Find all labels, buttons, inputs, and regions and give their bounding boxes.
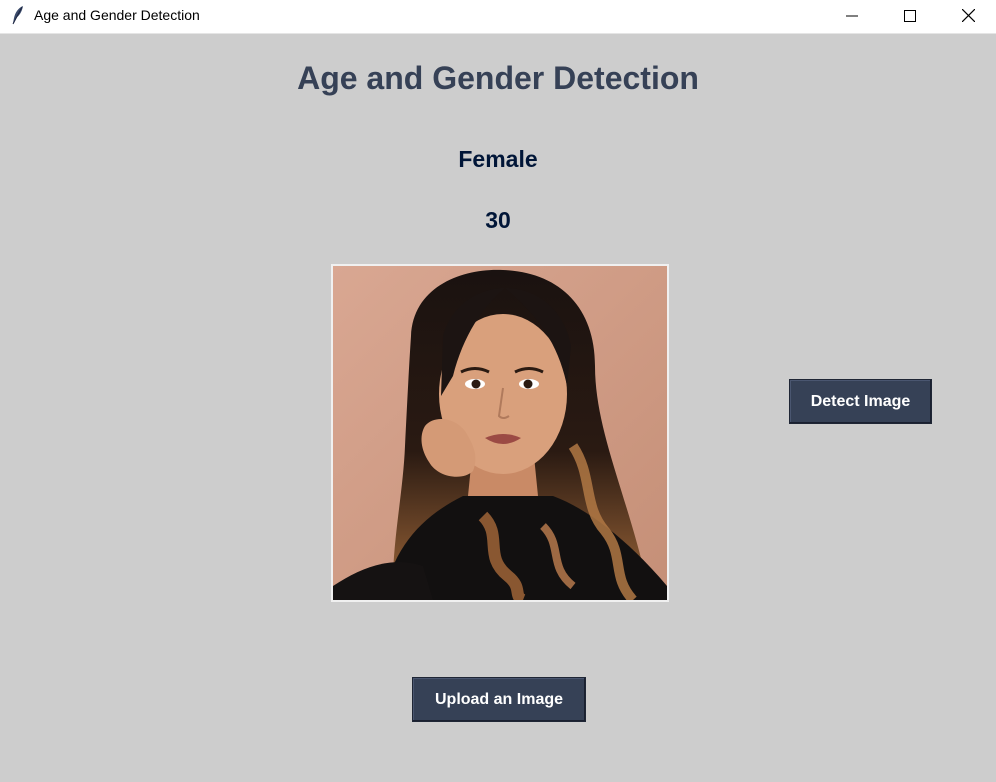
window-title: Age and Gender Detection [34,7,200,23]
maximize-button[interactable] [887,0,933,31]
gender-result-label: Female [458,146,538,172]
detect-image-button[interactable]: Detect Image [789,379,932,424]
minimize-button[interactable] [829,0,875,31]
app-window: Age and Gender Detection Age and Gender … [0,0,996,782]
app-heading: Age and Gender Detection [297,60,699,96]
portrait-photo-icon [333,266,667,600]
maximize-icon [904,9,916,22]
feather-icon [11,5,25,25]
upload-image-button[interactable]: Upload an Image [412,677,586,722]
uploaded-image [331,264,669,602]
minimize-icon [846,15,858,16]
close-button[interactable] [945,0,991,31]
window-titlebar[interactable]: Age and Gender Detection [0,0,996,34]
close-icon [961,9,975,22]
age-result-label: 30 [485,207,511,233]
